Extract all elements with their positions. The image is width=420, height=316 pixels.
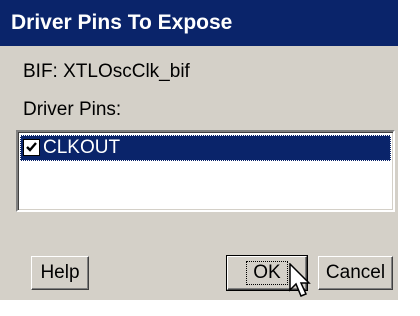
driver-pins-dialog: Driver Pins To Expose BIF: XTLOscClk_bif… bbox=[0, 0, 398, 300]
help-button[interactable]: Help bbox=[31, 256, 89, 290]
ok-button[interactable]: OK bbox=[226, 255, 308, 291]
checkmark-icon bbox=[26, 142, 37, 152]
list-item-label: CLKOUT bbox=[43, 137, 121, 158]
dialog-title: Driver Pins To Expose bbox=[0, 0, 398, 46]
driver-pins-listbox[interactable]: CLKOUT bbox=[16, 130, 395, 212]
list-item-clkout[interactable]: CLKOUT bbox=[20, 135, 391, 161]
ok-button-label: OK bbox=[246, 261, 288, 285]
driver-pins-label: Driver Pins: bbox=[23, 99, 122, 120]
cancel-button[interactable]: Cancel bbox=[318, 256, 393, 290]
clkout-checkbox[interactable] bbox=[23, 139, 40, 156]
bif-label: BIF: XTLOscClk_bif bbox=[23, 61, 190, 82]
